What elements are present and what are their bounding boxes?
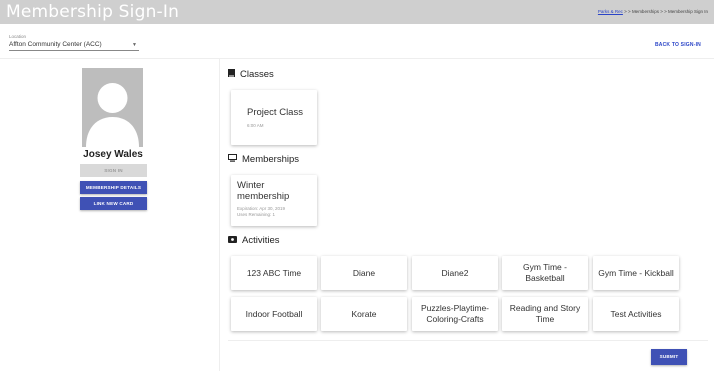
activity-card[interactable]: Puzzles-Playtime-Coloring-Crafts bbox=[412, 297, 498, 331]
membership-uses: Uses Remaining: 1 bbox=[237, 212, 276, 217]
page-title: Membership Sign-In bbox=[6, 2, 180, 22]
submit-button[interactable]: SUBMIT bbox=[651, 349, 687, 365]
breadcrumb-separator: > > bbox=[622, 9, 632, 14]
link-new-card-button[interactable]: LINK NEW CARD bbox=[80, 197, 147, 210]
member-name: Josey Wales bbox=[83, 149, 143, 160]
activity-card[interactable]: Reading and Story Time bbox=[502, 297, 588, 331]
activity-card[interactable]: Korate bbox=[321, 297, 407, 331]
activities-heading-label: Activities bbox=[242, 235, 280, 247]
membership-name: Winter membership bbox=[237, 180, 290, 202]
caret-down-icon[interactable]: ▼ bbox=[132, 42, 137, 48]
location-select[interactable]: Location Affton Community Center (ACC) ▼ bbox=[9, 34, 139, 51]
breadcrumb: Parks & Rec > > Memberships > > Membersh… bbox=[598, 9, 708, 14]
footer-divider bbox=[228, 340, 708, 341]
activity-card[interactable]: Gym Time - Kickball bbox=[593, 256, 679, 290]
class-name: Project Class bbox=[247, 107, 303, 118]
breadcrumb-separator: > > bbox=[658, 9, 668, 14]
avatar bbox=[82, 68, 143, 147]
breadcrumb-link-parks-rec[interactable]: Parks & Rec bbox=[598, 9, 623, 14]
activity-card[interactable]: Test Activities bbox=[593, 297, 679, 331]
monitor-icon bbox=[228, 154, 237, 165]
person-silhouette-icon bbox=[86, 83, 139, 147]
activity-card[interactable]: Indoor Football bbox=[231, 297, 317, 331]
location-label: Location bbox=[9, 34, 27, 39]
book-icon bbox=[228, 69, 235, 80]
activity-card[interactable]: Diane bbox=[321, 256, 407, 290]
activity-card[interactable]: Gym Time - Basketball bbox=[502, 256, 588, 290]
panel-divider bbox=[219, 58, 220, 371]
breadcrumb-current: Membership Sign In bbox=[667, 9, 708, 14]
class-card[interactable]: Project Class 6:00 AM bbox=[231, 90, 317, 145]
header-divider bbox=[0, 58, 714, 59]
sign-in-button[interactable]: SIGN IN bbox=[80, 164, 147, 177]
location-value[interactable]: Affton Community Center (ACC) ▼ bbox=[9, 41, 139, 51]
membership-meta: Expiration: Apr 30, 2019 Uses Remaining:… bbox=[237, 206, 285, 218]
memberships-heading-label: Memberships bbox=[242, 154, 300, 166]
class-time: 6:00 AM bbox=[247, 123, 264, 128]
back-to-signin-button[interactable]: BACK TO SIGN-IN bbox=[655, 42, 701, 48]
breadcrumb-memberships: Memberships bbox=[631, 9, 659, 14]
location-value-text: Affton Community Center (ACC) bbox=[9, 41, 102, 48]
membership-details-button[interactable]: MEMBERSHIP DETAILS bbox=[80, 181, 147, 194]
memberships-heading: Memberships bbox=[228, 154, 299, 165]
classes-heading: Classes bbox=[228, 69, 274, 80]
activities-heading: Activities bbox=[228, 235, 279, 246]
membership-card[interactable]: Winter membership Expiration: Apr 30, 20… bbox=[231, 175, 317, 226]
app-header: Membership Sign-In Parks & Rec > > Membe… bbox=[0, 0, 714, 24]
ticket-icon bbox=[228, 235, 237, 246]
activity-card[interactable]: Diane2 bbox=[412, 256, 498, 290]
activity-card[interactable]: 123 ABC Time bbox=[231, 256, 317, 290]
classes-heading-label: Classes bbox=[240, 69, 274, 81]
